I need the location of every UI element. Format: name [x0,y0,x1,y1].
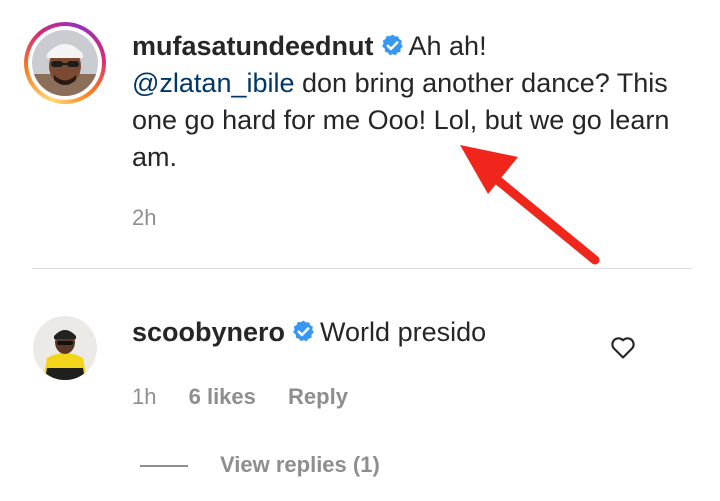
avatar-photo-icon [33,316,97,380]
verified-badge-icon [381,34,403,56]
comment-time: 1h [132,384,157,409]
likes-count[interactable]: 6 likes [189,384,256,409]
comment-text-body: World presido [320,317,487,347]
verified-badge-icon [293,320,314,342]
view-replies-button[interactable]: View replies (1) [220,452,380,478]
username[interactable]: scoobynero [132,317,285,347]
main-comment-meta: 2h [132,205,182,231]
reply-comment-meta: 1h 6 likes Reply [132,384,374,410]
avatar-photo-icon [32,30,98,96]
heart-outline-icon[interactable] [609,333,637,361]
avatar-scoobynero[interactable] [33,316,97,380]
username[interactable]: mufasatundeednut [132,31,374,61]
comment-divider [32,268,692,269]
reply-comment-text: scoobynero World presido [132,314,602,351]
reply-button[interactable]: Reply [288,384,348,409]
comment-time: 2h [132,205,157,230]
mention-link[interactable]: @zlatan_ibile [132,68,295,98]
comment-text-intro: Ah ah! [408,31,487,61]
annotation-arrow-icon [460,145,600,265]
view-replies-divider [140,465,188,467]
avatar-mufasatundeednut[interactable] [32,30,98,96]
